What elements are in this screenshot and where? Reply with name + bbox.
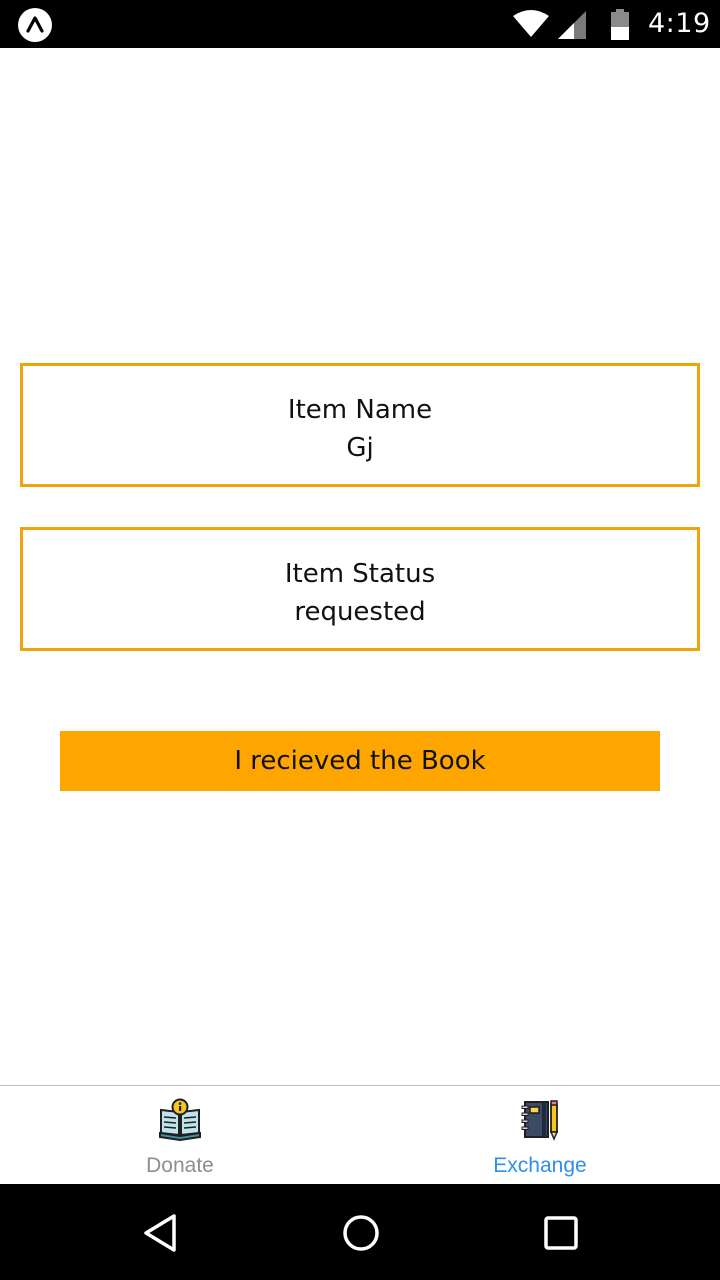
received-book-button-label: I recieved the Book [234,746,486,776]
item-name-label: Item Name [287,395,433,425]
tab-donate[interactable]: Donate [0,1086,360,1184]
item-status-card: Item Status requested [20,527,700,651]
bottom-tab-bar: Donate Exchange [0,1085,720,1184]
wifi-icon [513,10,549,37]
item-status-label: Item Status [284,559,436,589]
system-navigation-bar [0,1184,720,1280]
received-book-button[interactable]: I recieved the Book [60,731,660,791]
book-info-icon [159,1098,201,1142]
item-status-value: requested [294,597,426,627]
app-notification-icon [18,8,52,42]
tab-donate-label: Donate [146,1154,214,1177]
status-time: 4:19 [648,8,711,39]
recents-icon[interactable] [538,1210,584,1256]
cell-signal-icon [558,11,586,39]
item-name-card: Item Name Gj [20,363,700,487]
notebook-pencil-icon [521,1100,559,1141]
status-bar: 4:19 [0,0,720,48]
item-name-value: Gj [346,433,374,463]
tab-exchange[interactable]: Exchange [360,1086,720,1184]
battery-icon [611,9,629,40]
home-icon[interactable] [338,1210,384,1256]
tab-exchange-label: Exchange [493,1154,587,1177]
back-icon[interactable] [138,1210,184,1256]
